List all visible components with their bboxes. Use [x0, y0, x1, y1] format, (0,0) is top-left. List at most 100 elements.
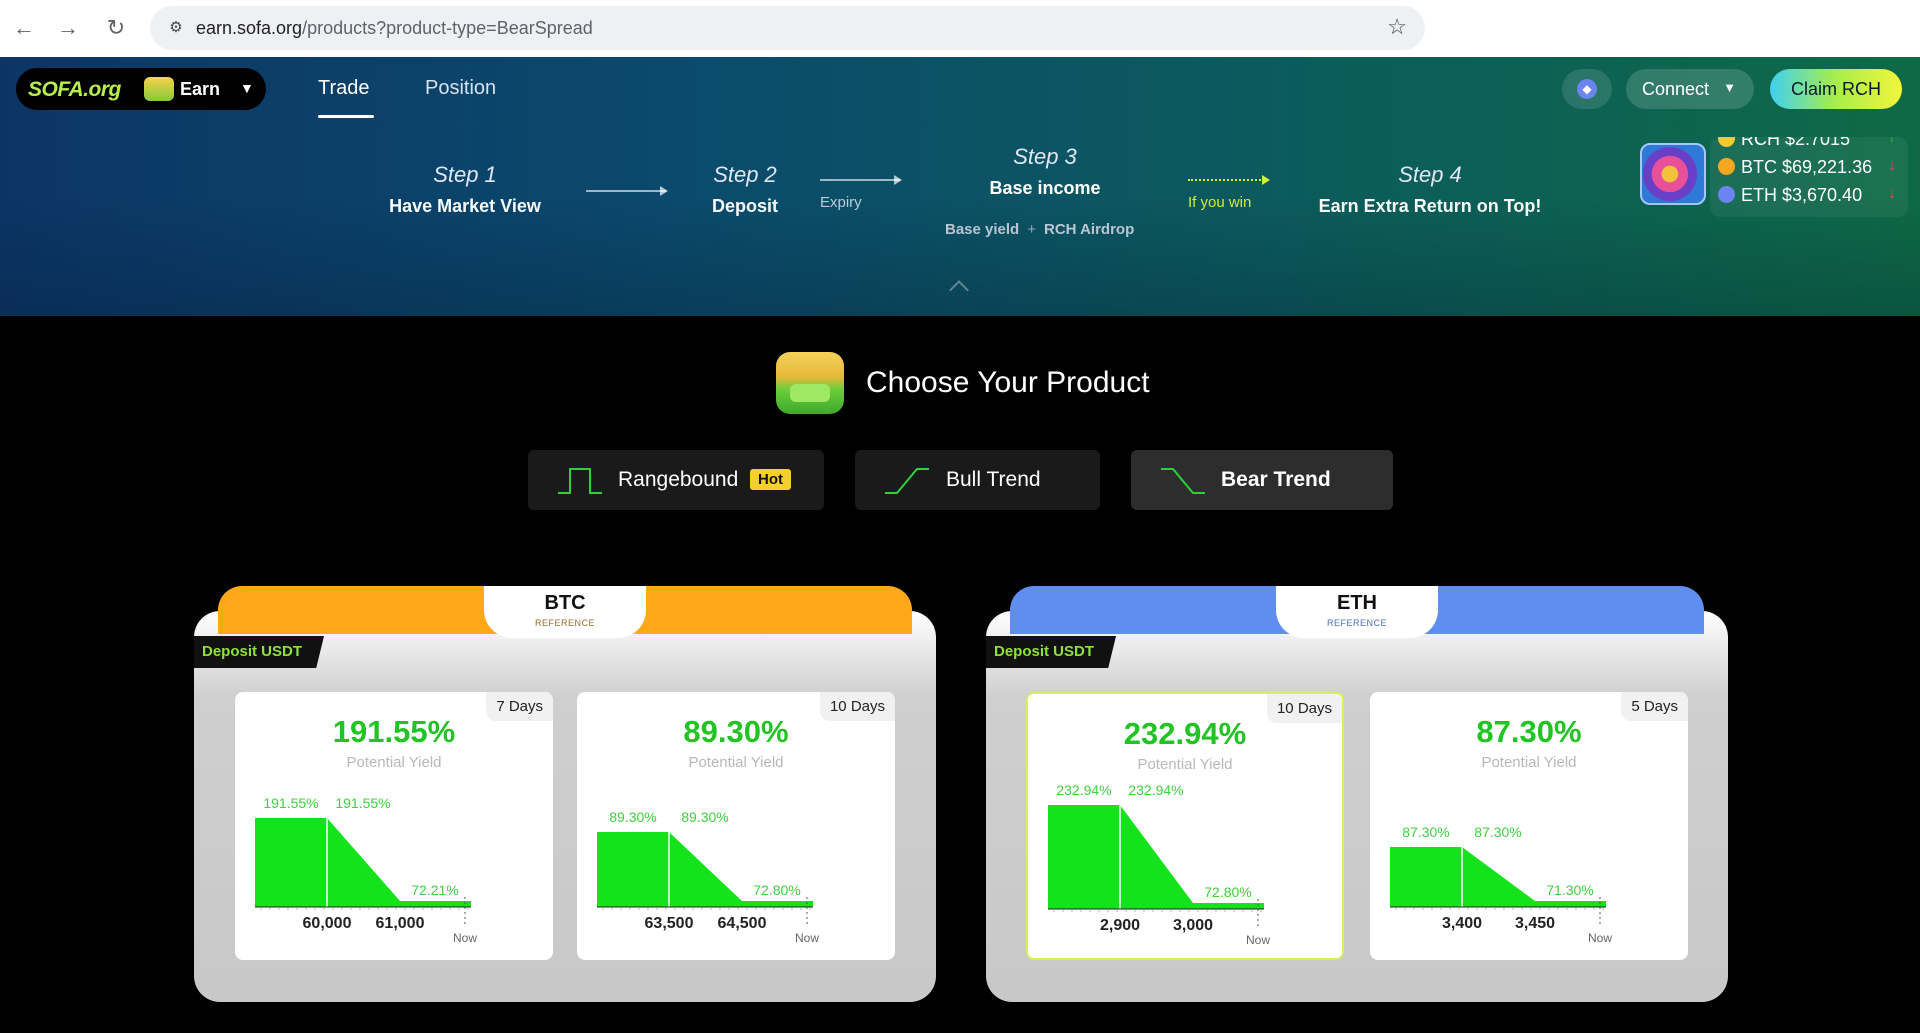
asset-group-eth: ETH REFERENCE Deposit USDT 10 Days 232.94…	[986, 586, 1728, 1002]
min-yield-label: 72.21%	[411, 882, 458, 898]
plus-sign: +	[1027, 221, 1036, 238]
step-title: Step 2	[713, 162, 777, 187]
rch-airdrop-label: RCH Airdrop	[1043, 221, 1135, 238]
collapse-chevron-icon[interactable]	[949, 280, 969, 300]
connect-button[interactable]: Connect ▼	[1626, 69, 1754, 109]
step-desc: Earn Extra Return on Top!	[1318, 196, 1542, 216]
max-yield-label: 89.30%	[681, 809, 728, 825]
arrow-icon	[820, 175, 902, 185]
base-yield-line: Base yield + RCH Airdrop	[945, 221, 1134, 238]
strike-high-label: 3,400	[1442, 915, 1482, 932]
product-label: Bear Trend	[1221, 468, 1331, 491]
step-2: Step 2 Deposit	[700, 162, 790, 217]
bookmark-star-icon[interactable]: ☆	[1387, 14, 1407, 40]
payoff-chart: 191.55% 191.55% 72.21% 60,000 61,000 Now	[255, 795, 477, 945]
ticker-text: BTC $69,221.36	[1741, 157, 1873, 177]
strike-high-label: 63,500	[645, 915, 694, 932]
base-yield-label: Base yield	[945, 221, 1020, 238]
strike-low-label: 61,000	[376, 915, 425, 932]
arrow-icon	[586, 186, 668, 196]
asset-group-btc: BTC REFERENCE Deposit USDT 7 Days 191.55%…	[194, 586, 936, 1002]
url-path: /products?product-type=BearSpread	[302, 18, 593, 38]
min-yield-label: 71.30%	[1546, 882, 1593, 898]
arrow-down-icon: ↓	[1888, 185, 1896, 202]
tab-position[interactable]: Position	[425, 77, 496, 100]
min-yield-label: 72.80%	[753, 882, 800, 898]
claim-rch-button[interactable]: Claim RCH	[1770, 69, 1902, 109]
step-desc: Have Market View	[389, 196, 541, 216]
bear-trend-icon	[1161, 468, 1205, 494]
asset-header: ETH REFERENCE	[1276, 586, 1438, 638]
sofa-logo-text: SOFA.org	[28, 78, 121, 101]
asset-header: BTC REFERENCE	[484, 586, 646, 638]
product-bull-trend-button[interactable]: Bull Trend	[855, 450, 1100, 510]
step-title: Step 1	[433, 162, 497, 187]
sofa-earn-icon	[144, 77, 174, 101]
ticker-text: ETH $3,670.40	[1741, 185, 1863, 205]
hot-badge: Hot	[750, 469, 791, 490]
address-bar[interactable]: ⚙ earn.sofa.org/products?product-type=Be…	[150, 6, 1425, 50]
section-title: Choose Your Product	[866, 366, 1150, 399]
url-text[interactable]: earn.sofa.org/products?product-type=Bear…	[196, 18, 593, 39]
step-desc: Base income	[989, 178, 1101, 198]
strike-low-label: 3,450	[1515, 915, 1555, 932]
now-label: Now	[453, 931, 477, 945]
connect-label: Connect	[1642, 79, 1710, 99]
max-yield-label: 232.94%	[1128, 782, 1183, 798]
strike-low-label: 64,500	[718, 915, 767, 932]
product-card[interactable]: 5 Days 87.30% Potential Yield 87.30% 87.30% 7…	[1370, 692, 1688, 960]
chevron-down-icon: ▼	[1723, 80, 1736, 95]
network-button[interactable]: ◆	[1562, 69, 1612, 109]
now-label: Now	[1246, 933, 1270, 947]
ticker-row-btc: BTC $69,221.36 ↓	[1718, 157, 1896, 178]
ticker-text: RCH $2.7015	[1741, 137, 1851, 149]
rangebound-icon	[558, 468, 602, 494]
ticker-row-eth: ETH $3,670.40 ↓	[1718, 185, 1896, 206]
hero-banner: SOFA.org Earn ▼ Trade Position ◆ Connect…	[0, 57, 1920, 316]
claim-label: Claim RCH	[1791, 79, 1881, 99]
min-yield-label: 72.80%	[1204, 884, 1251, 900]
sofa-mascot-icon	[776, 352, 844, 414]
eth-coin-icon	[1718, 186, 1735, 203]
rch-wheel-icon[interactable]	[1640, 143, 1706, 205]
product-label: Bull Trend	[946, 468, 1041, 491]
ticker-row-rch: RCH $2.7015 ↑	[1718, 137, 1896, 150]
btc-coin-icon	[1718, 158, 1735, 175]
if-you-win-label: If you win	[1188, 194, 1252, 211]
asset-name: ETH	[1337, 592, 1377, 614]
app-switcher[interactable]: SOFA.org Earn ▼	[16, 68, 266, 110]
reload-icon[interactable]: ↻	[100, 12, 132, 44]
site-settings-icon[interactable]: ⚙	[164, 16, 188, 40]
product-card[interactable]: 10 Days 232.94% Potential Yield 232.94% 232.…	[1026, 692, 1344, 960]
now-label: Now	[1588, 931, 1612, 945]
chevron-down-icon: ▼	[240, 80, 254, 96]
product-card[interactable]: 7 Days 191.55% Potential Yield 191.55% 191.5…	[235, 692, 553, 960]
forward-icon[interactable]: →	[52, 12, 84, 44]
tab-trade[interactable]: Trade	[318, 77, 370, 100]
max-yield-label: 87.30%	[1402, 824, 1449, 840]
max-yield-label: 191.55%	[263, 795, 318, 811]
ticker-panel: RCH $2.7015 ↑ BTC $69,221.36 ↓ ETH $3,670.…	[1710, 137, 1908, 217]
step-1: Step 1 Have Market View	[380, 162, 550, 217]
step-title: Step 3	[1013, 144, 1077, 169]
dotted-arrow-icon	[1188, 175, 1270, 185]
earn-label: Earn	[180, 79, 221, 99]
rch-coin-icon	[1718, 137, 1735, 147]
expiry-label: Expiry	[820, 194, 862, 211]
max-yield-label: 232.94%	[1056, 782, 1111, 798]
deposit-tag: Deposit USDT	[194, 636, 325, 668]
step-desc: Deposit	[711, 196, 778, 216]
product-bear-trend-button[interactable]: Bear Trend	[1131, 450, 1393, 510]
now-label: Now	[795, 931, 819, 945]
active-tab-indicator	[318, 115, 374, 118]
step-3: Step 3 Base income	[975, 144, 1115, 199]
strike-high-label: 2,900	[1100, 917, 1140, 934]
product-rangebound-button[interactable]: Rangebound Hot	[528, 450, 824, 510]
arrow-down-icon: ↓	[1888, 157, 1896, 174]
deposit-tag: Deposit USDT	[986, 636, 1117, 668]
product-card[interactable]: 10 Days 89.30% Potential Yield 89.30% 89.30%…	[577, 692, 895, 960]
step-title: Step 4	[1398, 162, 1462, 187]
payoff-chart: 89.30% 89.30% 72.80% 63,500 64,500 Now	[597, 809, 819, 945]
back-icon[interactable]: ←	[8, 12, 40, 44]
browser-toolbar: ← → ↻ ⚙ earn.sofa.org/products?product-t…	[0, 0, 1920, 57]
